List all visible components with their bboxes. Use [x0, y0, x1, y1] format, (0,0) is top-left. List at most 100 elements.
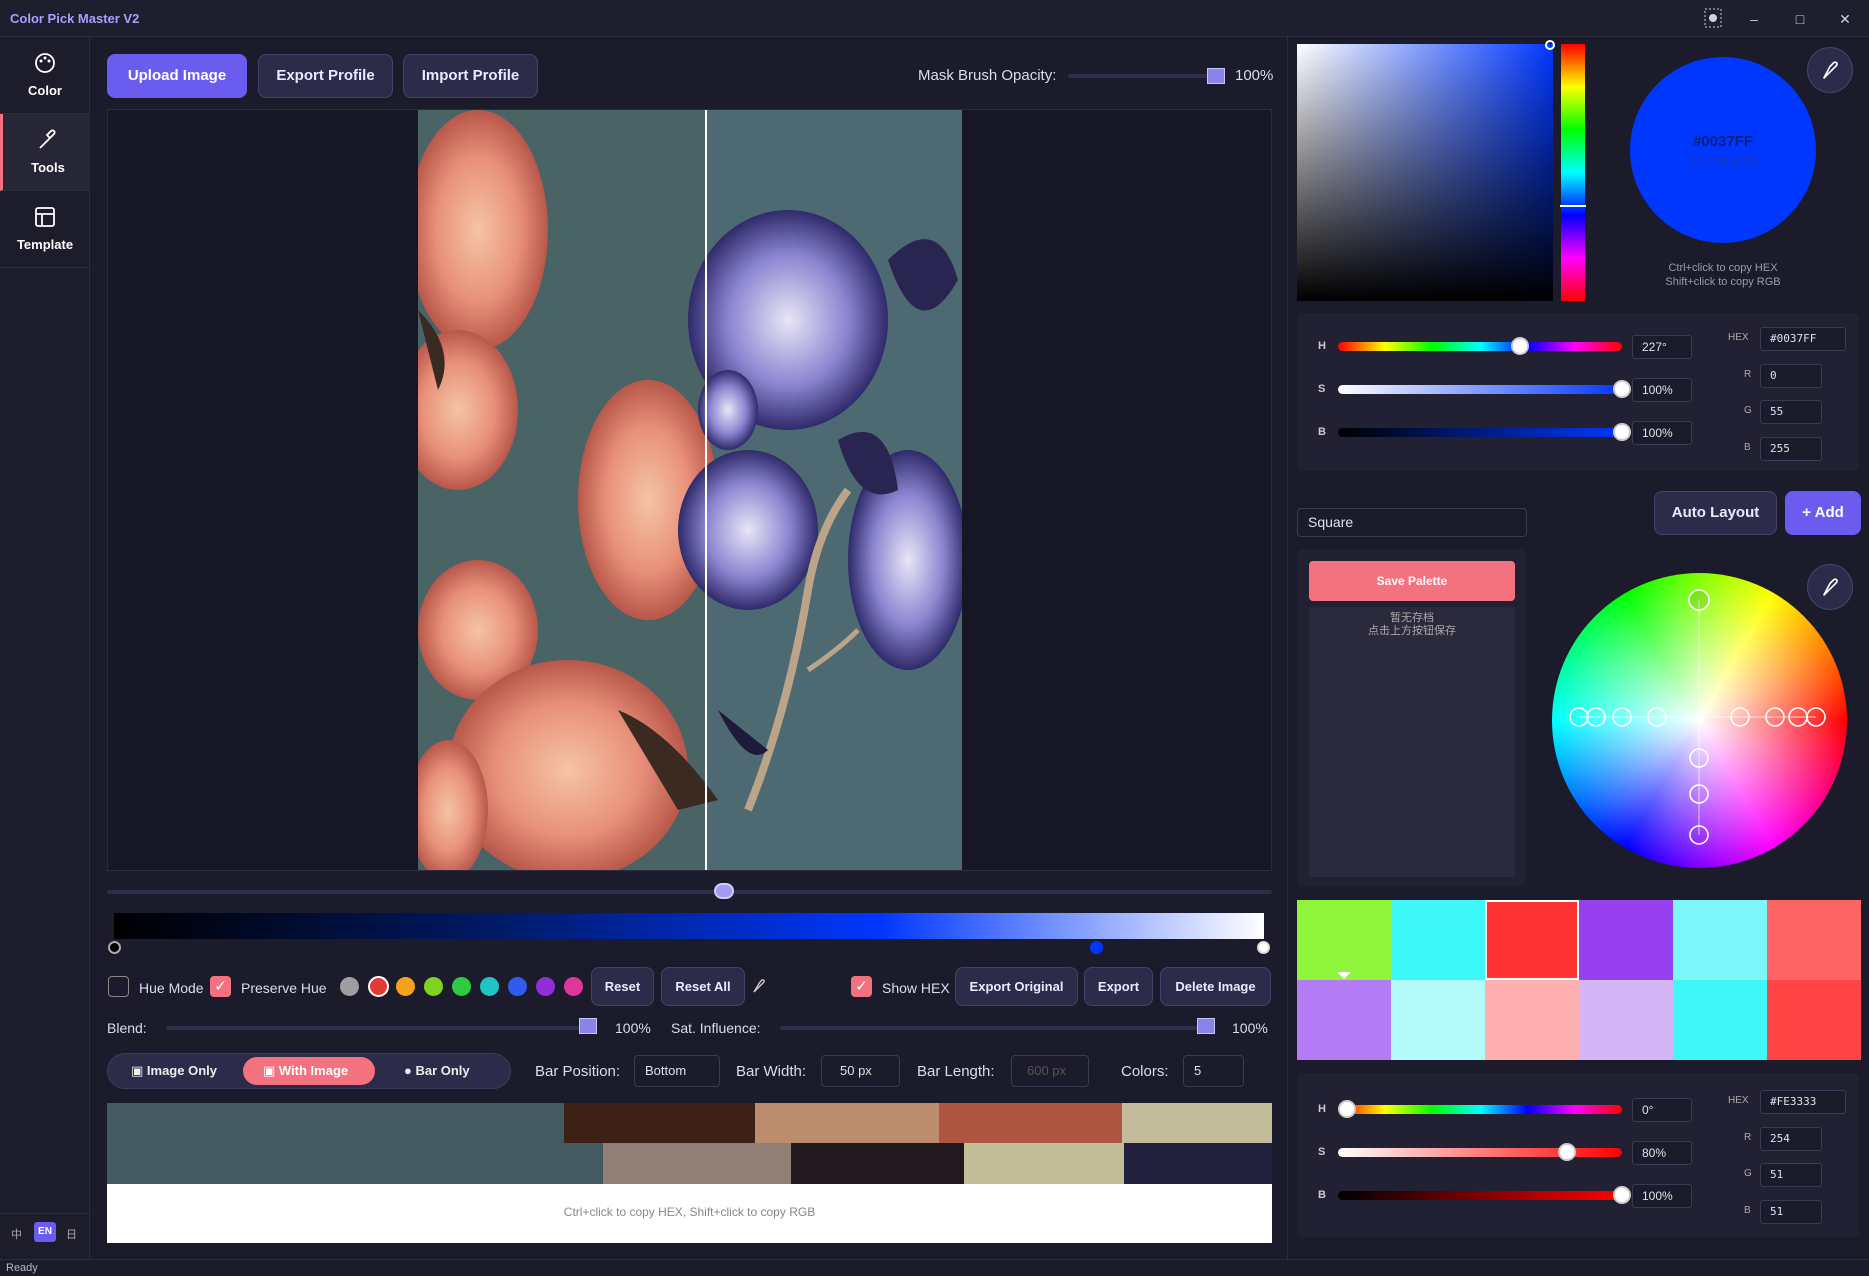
b-input[interactable]: 51	[1760, 1199, 1822, 1224]
wheel-eyedropper-button[interactable]	[1807, 564, 1853, 610]
theme-toggle-icon[interactable]	[1702, 8, 1724, 30]
palette-grid-cell[interactable]	[1767, 980, 1861, 1060]
palette-bar-cell[interactable]	[107, 1143, 603, 1184]
with-image-label-wrap[interactable]: ▣ With Image	[263, 1063, 348, 1079]
sidebar-item-template[interactable]: Template	[0, 191, 90, 268]
palette-grid-cell[interactable]	[1673, 980, 1767, 1060]
b-input[interactable]: 255	[1760, 436, 1822, 461]
add-color-button[interactable]: + Add	[1785, 491, 1861, 535]
gradient-stop-blue[interactable]	[1090, 941, 1103, 954]
gradient-stop-black[interactable]	[108, 941, 121, 954]
palette-bar-cell[interactable]	[564, 1103, 755, 1143]
wheel-marker[interactable]	[1688, 589, 1710, 611]
g-input[interactable]: 55	[1760, 400, 1822, 424]
gradient-stop-white[interactable]	[1257, 941, 1270, 954]
palette-bar-cell[interactable]	[1124, 1143, 1272, 1184]
export-original-button[interactable]: Export Original	[955, 967, 1078, 1006]
g-input[interactable]: 51	[1760, 1163, 1822, 1187]
colors-input[interactable]: 5	[1183, 1055, 1244, 1087]
b-slider-handle[interactable]	[1613, 423, 1631, 441]
r-input[interactable]: 254	[1760, 1126, 1822, 1151]
export-button[interactable]: Export	[1084, 967, 1153, 1006]
r-input[interactable]: 0	[1760, 363, 1822, 388]
close-icon[interactable]: ✕	[1834, 8, 1856, 30]
image-canvas[interactable]	[107, 109, 1272, 871]
color-swatch[interactable]	[508, 977, 527, 996]
save-palette-button[interactable]: Save Palette	[1309, 561, 1515, 601]
b-slider-handle[interactable]	[1613, 1186, 1631, 1204]
split-slider-handle[interactable]	[714, 883, 734, 899]
h-slider[interactable]	[1338, 342, 1622, 351]
sat-influence-slider[interactable]	[780, 1026, 1212, 1030]
color-swatch[interactable]	[340, 977, 359, 996]
reset-all-button[interactable]: Reset All	[661, 967, 745, 1006]
saturation-brightness-square[interactable]	[1297, 44, 1553, 301]
b-value-field[interactable]: 100%	[1632, 1184, 1692, 1208]
palette-grid-cell[interactable]	[1579, 980, 1673, 1060]
import-profile-button[interactable]: Import Profile	[403, 54, 538, 98]
color-swatch[interactable]	[536, 977, 555, 996]
color-swatch[interactable]	[396, 977, 415, 996]
s-slider-handle[interactable]	[1558, 1143, 1576, 1161]
lang-zh[interactable]: 中	[11, 1226, 22, 1242]
palette-grid-cell[interactable]	[1579, 900, 1673, 980]
upload-image-button[interactable]: Upload Image	[107, 54, 247, 98]
color-swatch[interactable]	[480, 977, 499, 996]
hex-input[interactable]: #0037FF	[1760, 327, 1846, 351]
color-swatch[interactable]	[564, 977, 583, 996]
eyedropper-icon[interactable]	[752, 978, 768, 999]
maximize-icon[interactable]: □	[1789, 8, 1811, 30]
palette-bar-cell[interactable]	[107, 1103, 564, 1143]
s-value-field[interactable]: 80%	[1632, 1141, 1692, 1165]
minimize-icon[interactable]: –	[1743, 8, 1765, 30]
palette-bar-cell[interactable]	[1122, 1103, 1272, 1143]
palette-bar-cell[interactable]	[603, 1143, 791, 1184]
sidebar-item-tools[interactable]: Tools	[0, 114, 90, 191]
split-slider[interactable]	[107, 890, 1272, 894]
color-swatch[interactable]	[452, 977, 471, 996]
export-profile-button[interactable]: Export Profile	[258, 54, 393, 98]
color-swatch[interactable]	[424, 977, 443, 996]
blend-handle[interactable]	[579, 1018, 597, 1034]
color-swatch[interactable]	[368, 976, 389, 997]
b-slider[interactable]	[1338, 1191, 1622, 1200]
mask-opacity-slider[interactable]	[1068, 74, 1213, 78]
blend-slider[interactable]	[166, 1026, 586, 1030]
gradient-bar[interactable]	[114, 913, 1264, 939]
show-hex-checkbox[interactable]: ✓	[851, 976, 872, 997]
h-value-field[interactable]: 0°	[1632, 1098, 1692, 1122]
bar-only-option[interactable]: ● Bar Only	[404, 1063, 470, 1078]
palette-grid-cell[interactable]	[1673, 900, 1767, 980]
palette-grid-cell[interactable]	[1297, 980, 1391, 1060]
h-slider[interactable]	[1338, 1105, 1622, 1114]
palette-bar-cell[interactable]	[964, 1143, 1124, 1184]
lang-en[interactable]: EN	[34, 1222, 56, 1242]
hue-mode-checkbox[interactable]	[108, 976, 129, 997]
reset-button[interactable]: Reset	[591, 967, 654, 1006]
palette-grid-cell[interactable]	[1485, 900, 1579, 980]
s-slider[interactable]	[1338, 385, 1622, 394]
h-value-field[interactable]: 227°	[1632, 335, 1692, 359]
b-slider[interactable]	[1338, 428, 1622, 437]
bar-width-input[interactable]: 50 px	[821, 1055, 900, 1087]
auto-layout-button[interactable]: Auto Layout	[1654, 491, 1777, 535]
palette-grid-cell[interactable]	[1391, 980, 1485, 1060]
s-value-field[interactable]: 100%	[1632, 378, 1692, 402]
preserve-hue-checkbox[interactable]: ✓	[210, 976, 231, 997]
delete-image-button[interactable]: Delete Image	[1160, 967, 1271, 1006]
h-slider-handle[interactable]	[1338, 1100, 1356, 1118]
image-only-option[interactable]: ▣ Image Only	[131, 1063, 217, 1079]
palette-grid-cell[interactable]	[1391, 900, 1485, 980]
lang-ja[interactable]: 日	[66, 1226, 77, 1242]
b-value-field[interactable]: 100%	[1632, 421, 1692, 445]
s-slider-handle[interactable]	[1613, 380, 1631, 398]
palette-grid-cell[interactable]	[1485, 980, 1579, 1060]
mask-opacity-handle[interactable]	[1207, 68, 1225, 84]
hue-strip[interactable]	[1561, 44, 1585, 301]
eyedropper-button[interactable]	[1807, 47, 1853, 93]
palette-bar-cell[interactable]	[755, 1103, 939, 1143]
sidebar-item-color[interactable]: Color	[0, 37, 90, 114]
sat-influence-handle[interactable]	[1197, 1018, 1215, 1034]
s-slider[interactable]	[1338, 1148, 1622, 1157]
hue-strip-handle[interactable]	[1560, 205, 1586, 207]
